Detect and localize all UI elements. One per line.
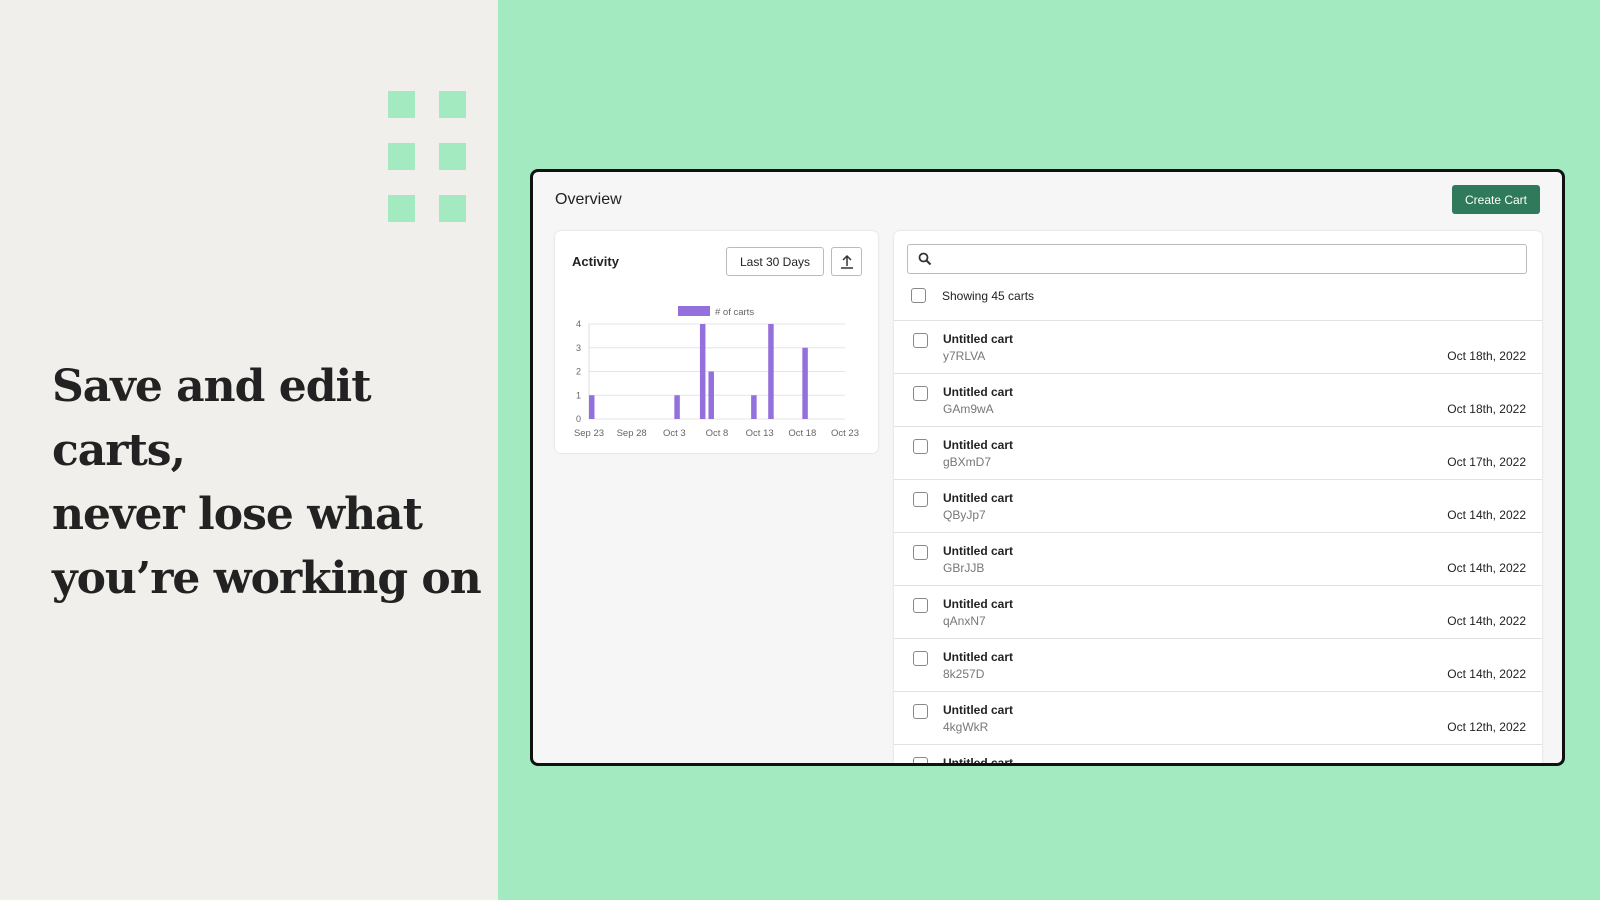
x-tick-label: Oct 3 — [663, 428, 686, 439]
select-all-checkbox[interactable] — [911, 288, 926, 303]
decor-square — [388, 143, 415, 170]
activity-chart: 0 1 2 3 4 Sep 23 Sep 28 Oct 3 Oct 8 Oct 13 Oct 18 O… — [574, 306, 859, 439]
cart-id: y7RLVA — [943, 349, 986, 363]
cart-date: Oct 12th, 2022 — [1447, 720, 1526, 734]
app-window: Overview Create Cart Activity Last 30 Da… — [530, 169, 1565, 766]
cart-name[interactable]: Untitled cart — [943, 438, 1013, 452]
y-tick-label: 3 — [576, 343, 581, 353]
cart-row[interactable]: Untitled cart gBXmD7 Oct 17th, 2022 — [894, 426, 1542, 479]
cart-date: Oct 17th, 2022 — [1447, 455, 1526, 469]
decor-square — [439, 195, 466, 222]
cart-name[interactable]: Untitled cart — [943, 385, 1013, 399]
headline-line: Save and edit carts, — [52, 361, 372, 476]
cart-row[interactable]: Untitled cart — [894, 744, 1542, 763]
headline-line: you’re working on — [52, 553, 482, 604]
cart-name[interactable]: Untitled cart — [943, 597, 1013, 611]
bar — [751, 395, 757, 419]
cart-id: gBXmD7 — [943, 455, 992, 469]
bar — [768, 324, 774, 419]
export-button[interactable] — [831, 247, 862, 276]
search-icon — [918, 252, 932, 266]
cart-name[interactable]: Untitled cart — [943, 756, 1013, 763]
legend-label: # of carts — [715, 307, 754, 318]
bar — [674, 395, 680, 419]
cart-name[interactable]: Untitled cart — [943, 650, 1013, 664]
cart-count: Showing 45 carts — [942, 289, 1035, 303]
cart-row[interactable]: Untitled cart 4kgWkR Oct 12th, 2022 — [894, 691, 1542, 744]
x-tick-label: Oct 23 — [831, 428, 859, 439]
bar — [699, 324, 706, 419]
cart-checkbox[interactable] — [913, 386, 928, 401]
cart-id: GAm9wA — [943, 402, 994, 416]
upload-icon — [840, 254, 853, 269]
cart-id: qAnxN7 — [943, 614, 986, 628]
cart-checkbox[interactable] — [913, 492, 928, 507]
promo-panel: Save and edit carts, never lose what you… — [0, 0, 498, 900]
x-tick-label: Sep 28 — [617, 428, 647, 439]
x-tick-label: Oct 8 — [706, 428, 729, 439]
decor-square — [388, 195, 415, 222]
search-input[interactable] — [907, 244, 1527, 274]
decor-square — [439, 91, 466, 118]
cart-date: Oct 14th, 2022 — [1447, 508, 1526, 522]
x-tick-label: Sep 23 — [574, 428, 604, 439]
decor-square — [439, 143, 466, 170]
cart-row[interactable]: Untitled cart GAm9wA Oct 18th, 2022 — [894, 373, 1542, 426]
cart-checkbox[interactable] — [913, 545, 928, 560]
cart-name[interactable]: Untitled cart — [943, 491, 1013, 505]
x-tick-label: Oct 13 — [746, 428, 774, 439]
create-cart-button[interactable]: Create Cart — [1452, 185, 1540, 214]
bar — [589, 395, 595, 419]
cart-id: 8k257D — [943, 667, 985, 681]
activity-title: Activity — [572, 254, 619, 269]
page-title: Overview — [555, 191, 622, 208]
headline-line: never lose what — [52, 489, 423, 540]
cart-row[interactable]: Untitled cart GBrJJB Oct 14th, 2022 — [894, 532, 1542, 585]
cart-name[interactable]: Untitled cart — [943, 332, 1013, 346]
cart-name[interactable]: Untitled cart — [943, 703, 1013, 717]
cart-date: Oct 14th, 2022 — [1447, 561, 1526, 575]
cart-checkbox[interactable] — [913, 757, 928, 763]
cart-id: GBrJJB — [943, 561, 985, 575]
bar — [802, 347, 808, 419]
cart-name[interactable]: Untitled cart — [943, 544, 1013, 558]
cart-checkbox[interactable] — [913, 439, 928, 454]
cart-row[interactable]: Untitled cart y7RLVA Oct 18th, 2022 — [894, 320, 1542, 373]
cart-date: Oct 18th, 2022 — [1447, 349, 1526, 363]
y-tick-label: 2 — [576, 367, 581, 377]
y-tick-label: 0 — [576, 414, 581, 424]
activity-card: Activity Last 30 Days 0 1 2 3 4 Sep 23 Sep 28 O… — [555, 231, 878, 453]
x-tick-label: Oct 18 — [788, 428, 816, 439]
bar — [708, 371, 714, 419]
cart-checkbox[interactable] — [913, 651, 928, 666]
cart-row[interactable]: Untitled cart qAnxN7 Oct 14th, 2022 — [894, 585, 1542, 638]
cart-date: Oct 14th, 2022 — [1447, 667, 1526, 681]
cart-checkbox[interactable] — [913, 333, 928, 348]
cart-date: Oct 14th, 2022 — [1447, 614, 1526, 628]
cart-id: 4kgWkR — [943, 720, 989, 734]
cart-id: QByJp7 — [943, 508, 986, 522]
cart-list: Showing 45 carts Untitled cart y7RLVA Oc… — [894, 231, 1542, 763]
cart-row[interactable]: Untitled cart 8k257D Oct 14th, 2022 — [894, 638, 1542, 691]
y-tick-label: 1 — [576, 390, 581, 400]
cart-checkbox[interactable] — [913, 598, 928, 613]
date-range-button[interactable]: Last 30 Days — [726, 247, 824, 276]
cart-date: Oct 18th, 2022 — [1447, 402, 1526, 416]
headline: Save and edit carts, never lose what you… — [52, 355, 492, 611]
y-tick-label: 4 — [576, 319, 581, 329]
cart-row[interactable]: Untitled cart QByJp7 Oct 14th, 2022 — [894, 479, 1542, 532]
legend-swatch — [678, 306, 710, 316]
decor-square — [388, 91, 415, 118]
cart-checkbox[interactable] — [913, 704, 928, 719]
